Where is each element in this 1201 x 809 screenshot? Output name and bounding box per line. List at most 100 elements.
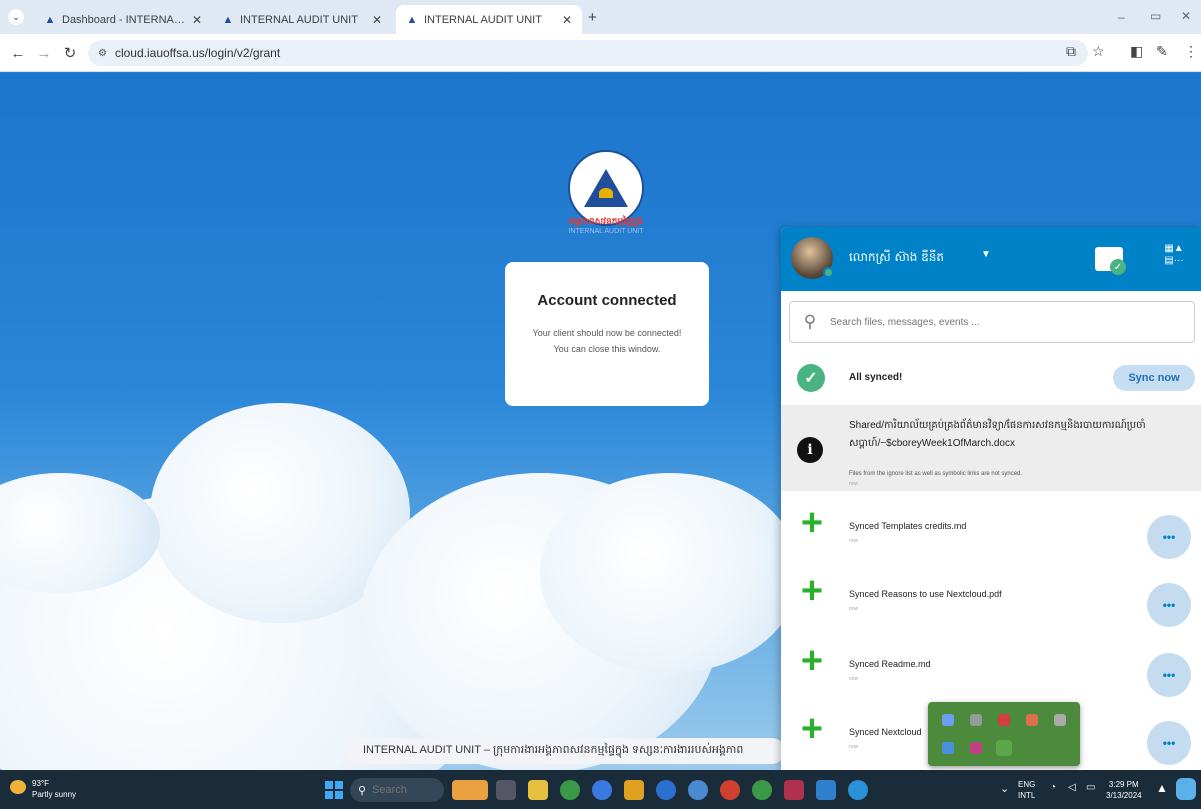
forward-arrow-icon[interactable]: → <box>34 43 54 63</box>
cloud-decoration <box>540 473 800 673</box>
tray-chevron-icon[interactable]: ⌄ <box>1000 782 1009 795</box>
app-icon[interactable] <box>656 780 676 800</box>
tab-list-button[interactable]: ⌄ <box>8 9 24 25</box>
language-indicator[interactable]: ENG INTL <box>1018 779 1035 801</box>
tab-dashboard[interactable]: ▲ Dashboard - INTERNAL AUDIT UN ✕ <box>34 5 212 34</box>
tray-app-icon[interactable] <box>970 714 982 726</box>
file-explorer-icon[interactable] <box>528 780 548 800</box>
warning-message: Files from the ignore list as well as sy… <box>849 471 1023 477</box>
extension-icon[interactable]: ✎ <box>1156 43 1168 60</box>
announcement-ticker: INTERNAL AUDIT UNIT – ក្រុមការងារអង្គភាព… <box>345 738 785 764</box>
search-icon: ⚲ <box>358 784 367 797</box>
tab-internal-audit-active[interactable]: ▲ INTERNAL AUDIT UNIT ✕ <box>396 5 582 34</box>
search-icon: ⚲ <box>803 312 817 331</box>
more-options-button[interactable]: ••• <box>1147 721 1191 765</box>
site-favicon-icon: ▲ <box>44 13 56 26</box>
clock-date: 3/13/2024 <box>1106 791 1142 800</box>
apps-menu-icon[interactable]: ▦▲ ▤··· <box>1159 243 1189 273</box>
chrome-icon[interactable] <box>560 780 580 800</box>
nextcloud-client-panel: លោកស្រី ស៊ាង ឌីនីត ▼ ✓ ▦▲▤··· ⚲ ✓ All sy… <box>781 227 1201 771</box>
back-arrow-icon[interactable]: ← <box>8 43 28 63</box>
activity-text: Synced Readme.md <box>849 659 931 669</box>
nextcloud-tray-icon[interactable] <box>996 740 1012 756</box>
tab-title: INTERNAL AUDIT UNIT <box>240 13 358 26</box>
window-close-button[interactable]: ✕ <box>1181 9 1191 23</box>
tab-title: Dashboard - INTERNAL AUDIT UN <box>62 13 186 26</box>
start-button[interactable] <box>325 781 343 799</box>
copilot-icon[interactable] <box>1176 778 1196 800</box>
minimize-button[interactable]: – <box>1118 10 1125 24</box>
card-title: Account connected <box>537 292 677 309</box>
tray-app-icon[interactable] <box>1054 714 1066 726</box>
search-input[interactable] <box>830 316 1194 328</box>
plus-icon: + <box>800 640 824 682</box>
check-circle-icon: ✓ <box>797 364 825 392</box>
tab-close-icon[interactable]: ✕ <box>192 13 202 27</box>
chevron-down-icon[interactable]: ▼ <box>981 249 991 260</box>
activity-text: Synced Templates credits.md <box>849 521 967 531</box>
sync-status-row: ✓ All synced! Sync now <box>781 354 1201 404</box>
app-icon[interactable] <box>720 780 740 800</box>
tray-app-icon[interactable] <box>1026 714 1038 726</box>
tab-close-icon[interactable]: ✕ <box>372 13 382 27</box>
clock-time: 3:29 PM <box>1108 780 1139 789</box>
activity-time: now <box>849 676 859 682</box>
bookmark-star-icon[interactable]: ☆ <box>1092 43 1105 60</box>
info-icon: i <box>797 437 823 463</box>
app-icon[interactable] <box>784 780 804 800</box>
more-options-button[interactable]: ••• <box>1147 653 1191 697</box>
reload-icon[interactable]: ↻ <box>60 43 80 63</box>
activity-time: now <box>849 606 859 612</box>
clock[interactable]: 3:29 PM 3/13/2024 <box>1106 779 1142 801</box>
local-folder-icon[interactable]: ✓ <box>1095 243 1127 275</box>
user-name[interactable]: លោកស្រី ស៊ាង ឌីនីត <box>849 249 944 267</box>
activity-time: now <box>849 538 859 544</box>
tab-internal-audit-1[interactable]: ▲ INTERNAL AUDIT UNIT ✕ <box>212 5 392 34</box>
windows-taskbar: 93°F Partly sunny ⚲ ⌄ ENG INTL ◔ ◁ ▭ 3:2… <box>0 770 1201 809</box>
wifi-icon[interactable]: ◔ <box>1050 782 1056 793</box>
notification-bell-icon[interactable]: ▲ <box>1156 781 1168 795</box>
install-app-icon[interactable]: ⧉ <box>1066 43 1076 60</box>
app-icon[interactable] <box>624 780 644 800</box>
tab-title: INTERNAL AUDIT UNIT <box>424 13 542 26</box>
chrome-icon[interactable] <box>688 780 708 800</box>
app-icon[interactable] <box>816 780 836 800</box>
chrome-icon[interactable] <box>752 780 772 800</box>
more-options-button[interactable]: ••• <box>1147 583 1191 627</box>
shield-icon[interactable] <box>942 714 954 726</box>
menu-dots-icon[interactable]: ⋮ <box>1184 43 1198 60</box>
plus-icon: + <box>800 570 824 612</box>
address-bar[interactable]: ⚙ cloud.iauoffsa.us/login/v2/grant <box>88 40 1088 66</box>
list-item: + Synced Readme.md now ••• <box>781 631 1201 699</box>
chrome-profile-icon[interactable] <box>592 780 612 800</box>
side-panel-icon[interactable]: ◧ <box>1130 43 1143 60</box>
tab-close-icon[interactable]: ✕ <box>562 13 572 27</box>
plus-icon: + <box>800 502 824 544</box>
site-favicon-icon: ▲ <box>406 13 418 26</box>
tray-app-icon[interactable] <box>970 742 982 754</box>
volume-icon[interactable]: ◁ <box>1068 782 1076 793</box>
nextcloud-icon[interactable] <box>848 780 868 800</box>
taskbar-search-input[interactable] <box>372 784 433 796</box>
taskbar-search[interactable]: ⚲ <box>350 778 444 802</box>
sync-now-button[interactable]: Sync now <box>1113 365 1195 391</box>
weather-condition: Partly sunny <box>32 790 77 799</box>
list-item: + Synced Reasons to use Nextcloud.pdf no… <box>781 561 1201 629</box>
warning-path: Shared/ការិយាល័យគ្រប់គ្រងព័ត៌មានវិទ្យា/ផ… <box>849 420 1146 449</box>
tray-app-icon[interactable] <box>942 742 954 754</box>
site-info-icon[interactable]: ⚙ <box>98 48 107 59</box>
weather-widget[interactable]: 93°F Partly sunny <box>10 778 76 800</box>
search-field[interactable]: ⚲ <box>789 301 1195 343</box>
organization-logo <box>568 150 644 226</box>
account-connected-card: Account connected Your client should now… <box>505 262 709 406</box>
widgets-icon[interactable] <box>452 780 488 800</box>
sync-status-text: All synced! <box>849 372 903 383</box>
lang-code: ENG <box>1018 780 1036 789</box>
task-view-icon[interactable] <box>496 780 516 800</box>
battery-icon[interactable]: ▭ <box>1086 782 1095 793</box>
more-options-button[interactable]: ••• <box>1147 515 1191 559</box>
tray-app-icon[interactable] <box>998 714 1010 726</box>
browser-tab-bar: ⌄ ▲ Dashboard - INTERNAL AUDIT UN ✕ ▲ IN… <box>0 0 1201 34</box>
new-tab-button[interactable]: + <box>588 9 597 26</box>
restore-button[interactable]: ▭ <box>1150 9 1161 23</box>
